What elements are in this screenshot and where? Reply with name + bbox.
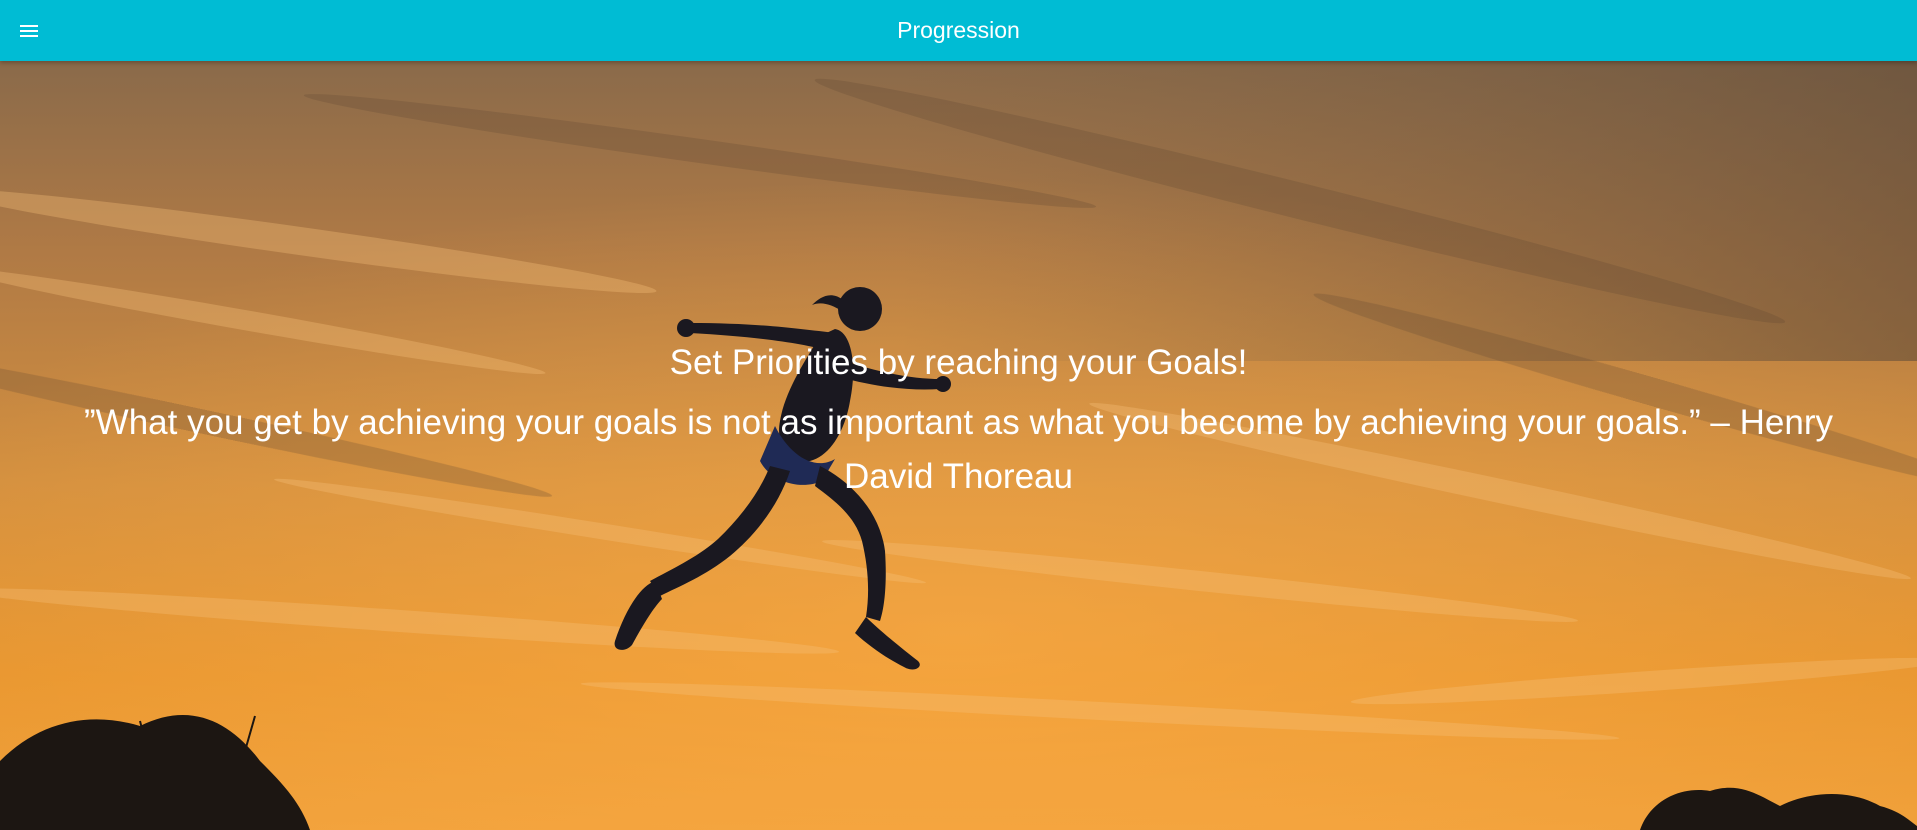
menu-icon [20, 25, 38, 37]
hero-quote: ”What you get by achieving your goals is… [84, 403, 1833, 496]
hero-heading: Set Priorities by reaching your Goals! [669, 343, 1248, 382]
hero-section: Set Priorities by reaching your Goals! ”… [0, 61, 1917, 830]
hero-text-block: Set Priorities by reaching your Goals! ”… [0, 341, 1917, 504]
top-toolbar: Progression [0, 0, 1917, 61]
menu-button[interactable] [14, 16, 44, 46]
app-root: Progression Set Priorities by reaching y… [0, 0, 1917, 830]
app-title: Progression [897, 17, 1020, 43]
